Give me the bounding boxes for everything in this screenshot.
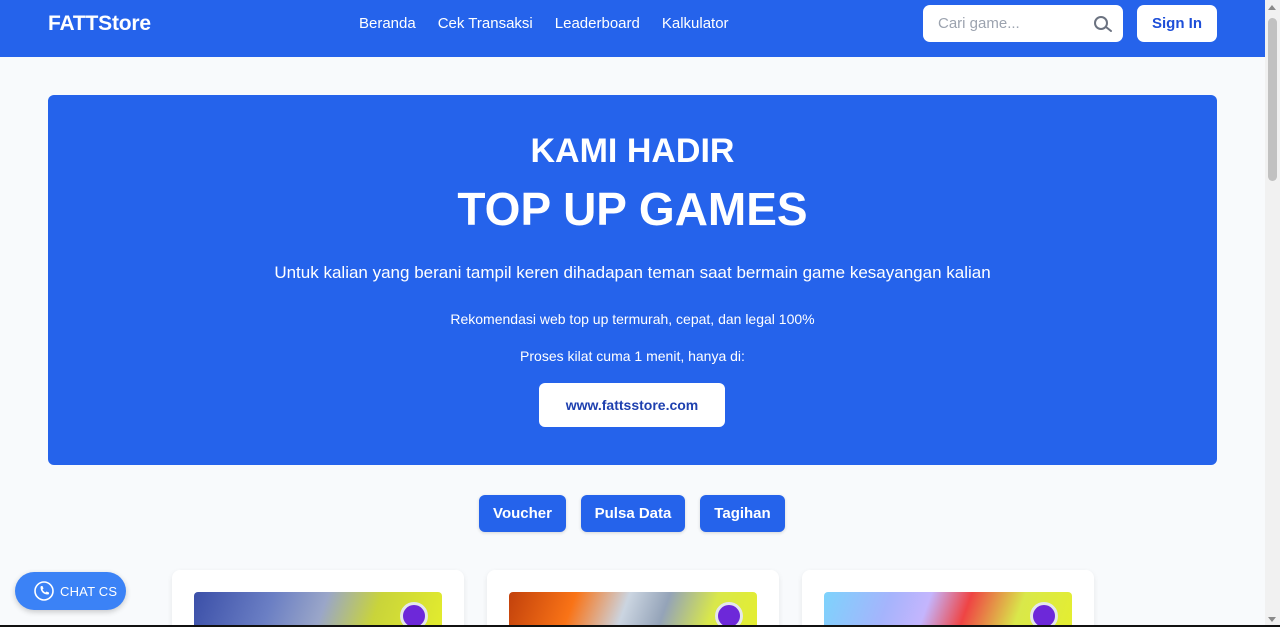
brand-logo[interactable]: FATTStore xyxy=(48,12,151,36)
hero-process-text: Proses kilat cuma 1 menit, hanya di: xyxy=(520,348,745,364)
game-card[interactable] xyxy=(487,570,779,627)
hero-subtitle: Untuk kalian yang berani tampil keren di… xyxy=(274,263,991,282)
game-logo-icon xyxy=(1030,602,1058,627)
scroll-thumb[interactable] xyxy=(1268,18,1277,181)
chat-cs-label: CHAT CS xyxy=(60,584,118,599)
search-icon[interactable] xyxy=(1093,15,1113,33)
navbar: FATTStore Beranda Cek Transaksi Leaderbo… xyxy=(0,0,1265,57)
game-logo-icon xyxy=(400,602,428,627)
phone-icon xyxy=(34,581,54,601)
nav-link-cek-transaksi[interactable]: Cek Transaksi xyxy=(438,15,533,32)
sign-in-button[interactable]: Sign In xyxy=(1137,5,1217,42)
nav-link-leaderboard[interactable]: Leaderboard xyxy=(555,15,640,32)
website-url-button[interactable]: www.fattsstore.com xyxy=(539,383,725,427)
scroll-down-icon[interactable] xyxy=(1268,617,1276,622)
game-card[interactable] xyxy=(172,570,464,627)
hero-heading: KAMI HADIR xyxy=(530,132,735,170)
game-card-image xyxy=(509,592,757,627)
game-card-image xyxy=(824,592,1072,627)
game-card-image xyxy=(194,592,442,627)
game-logo-icon xyxy=(715,602,743,627)
chat-cs-button[interactable]: CHAT CS xyxy=(15,572,126,610)
nav-links: Beranda Cek Transaksi Leaderboard Kalkul… xyxy=(359,15,729,32)
hero-recommendation: Rekomendasi web top up termurah, cepat, … xyxy=(450,311,815,327)
category-voucher-button[interactable]: Voucher xyxy=(479,495,566,532)
scroll-up-icon[interactable] xyxy=(1268,5,1276,10)
scrollbar[interactable] xyxy=(1265,0,1280,627)
search-input[interactable] xyxy=(923,5,1088,42)
category-pulsa-data-button[interactable]: Pulsa Data xyxy=(581,495,685,532)
category-tagihan-button[interactable]: Tagihan xyxy=(700,495,785,532)
search-box xyxy=(923,5,1123,42)
nav-link-beranda[interactable]: Beranda xyxy=(359,15,416,32)
hero-title: TOP UP GAMES xyxy=(457,183,808,235)
hero-banner: KAMI HADIR TOP UP GAMES Untuk kalian yan… xyxy=(48,95,1217,465)
game-card[interactable] xyxy=(802,570,1094,627)
nav-link-kalkulator[interactable]: Kalkulator xyxy=(662,15,729,32)
